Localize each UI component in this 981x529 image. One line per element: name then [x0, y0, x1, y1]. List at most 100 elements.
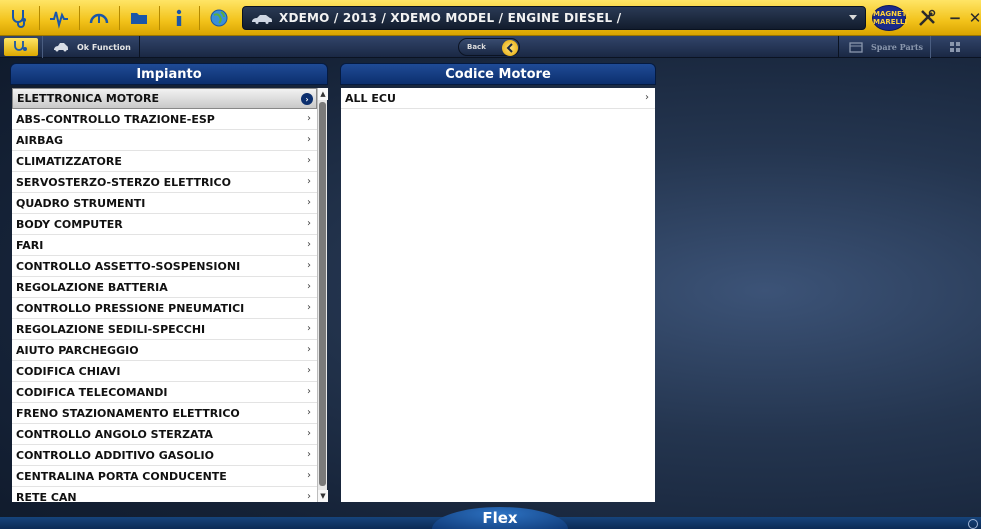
chevron-right-icon: ›: [307, 218, 311, 229]
scroll-down-icon[interactable]: ▼: [318, 490, 328, 502]
scrollbar-thumb[interactable]: [319, 102, 326, 486]
stethoscope-icon[interactable]: [2, 4, 36, 32]
codice-motore-list: ALL ECU ›: [341, 88, 655, 502]
chevron-right-icon: ›: [307, 470, 311, 481]
back-arrow-icon: [502, 40, 518, 56]
folder-icon[interactable]: [122, 4, 156, 32]
list-item-label: CONTROLLO ANGOLO STERZATA: [16, 427, 213, 441]
list-item[interactable]: REGOLAZIONE BATTERIA ›: [12, 277, 317, 298]
flex-tab[interactable]: Flex: [432, 507, 568, 529]
list-item-label: CONTROLLO ADDITIVO GASOLIO: [16, 448, 214, 462]
impianto-header: Impianto: [10, 63, 328, 85]
parts-box-icon: [849, 42, 863, 53]
breadcrumb-text: XDEMO / 2013 / XDEMO MODEL / ENGINE DIES…: [279, 11, 622, 25]
list-item-label: CODIFICA TELECOMANDI: [16, 385, 168, 399]
list-item[interactable]: CONTROLLO PRESSIONE PNEUMATICI ›: [12, 298, 317, 319]
spare-parts-label: Spare Parts: [871, 42, 924, 52]
car-icon: [54, 43, 68, 52]
chevron-right-icon: ›: [307, 113, 311, 124]
chevron-right-icon: ›: [307, 155, 311, 166]
list-item[interactable]: REGOLAZIONE SEDILI-SPECCHI ›: [12, 319, 317, 340]
list-item-label: QUADRO STRUMENTI: [16, 196, 146, 210]
list-item-label: REGOLAZIONE BATTERIA: [16, 280, 168, 294]
list-item[interactable]: FRENO STAZIONAMENTO ELETTRICO ›: [12, 403, 317, 424]
codice-motore-header: Codice Motore: [340, 63, 656, 85]
info-icon[interactable]: [162, 4, 196, 32]
chevron-right-icon: ›: [307, 365, 311, 376]
help-icon[interactable]: [968, 519, 978, 529]
chevron-right-icon: ›: [645, 92, 649, 103]
list-item[interactable]: CONTROLLO ANGOLO STERZATA ›: [12, 424, 317, 445]
list-item-label: CENTRALINA PORTA CONDUCENTE: [16, 469, 227, 483]
list-item-label: AIRBAG: [16, 133, 64, 147]
list-item[interactable]: CONTROLLO ASSETTO-SOSPENSIONI ›: [12, 256, 317, 277]
back-button[interactable]: Back: [458, 38, 520, 56]
list-item-label: RETE CAN: [16, 490, 77, 503]
chevron-right-icon: ›: [307, 176, 311, 187]
list-item[interactable]: CODIFICA CHIAVI ›: [12, 361, 317, 382]
list-item[interactable]: ALL ECU ›: [341, 88, 655, 109]
list-item-label: REGOLAZIONE SEDILI-SPECCHI: [16, 322, 206, 336]
chevron-right-icon: ›: [307, 386, 311, 397]
list-item-label: AIUTO PARCHEGGIO: [16, 343, 139, 357]
chevron-right-icon: ›: [307, 134, 311, 145]
chevron-right-icon: ›: [307, 344, 311, 355]
ok-function-label: Ok Function: [77, 42, 131, 52]
list-item[interactable]: ABS-CONTROLLO TRAZIONE-ESP ›: [12, 109, 317, 130]
car-icon: [251, 9, 273, 28]
tools-icon[interactable]: [912, 4, 942, 32]
scroll-up-icon[interactable]: ▲: [318, 88, 328, 100]
minimize-button[interactable]: −: [946, 8, 964, 28]
ok-function-button[interactable]: Ok Function: [42, 36, 140, 58]
list-item-label: CONTROLLO ASSETTO-SOSPENSIONI: [16, 259, 241, 273]
list-item[interactable]: SERVOSTERZO-STERZO ELETTRICO ›: [12, 172, 317, 193]
waveform-icon[interactable]: [42, 4, 76, 32]
list-item[interactable]: BODY COMPUTER ›: [12, 214, 317, 235]
list-item-label: CODIFICA CHIAVI: [16, 364, 121, 378]
impianto-scrollbar[interactable]: ▲ ▼: [317, 88, 328, 502]
impianto-list: ELETTRONICA MOTORE › ABS-CONTROLLO TRAZION…: [12, 88, 317, 502]
top-toolbar: XDEMO / 2013 / XDEMO MODEL / ENGINE DIES…: [0, 0, 981, 36]
gauge-icon[interactable]: [82, 4, 116, 32]
list-item[interactable]: CODIFICA TELECOMANDI ›: [12, 382, 317, 403]
list-item-label: CONTROLLO PRESSIONE PNEUMATICI: [16, 301, 245, 315]
logo-text-1: MAGNETI: [873, 10, 910, 18]
chevron-right-icon: ›: [307, 260, 311, 271]
chevron-right-icon: ›: [307, 491, 311, 502]
list-item[interactable]: RETE CAN ›: [12, 487, 317, 503]
list-item-label: ABS-CONTROLLO TRAZIONE-ESP: [16, 112, 215, 126]
chevron-right-icon: ›: [307, 197, 311, 208]
list-item-label: FRENO STAZIONAMENTO ELETTRICO: [16, 406, 240, 420]
list-item-label: BODY COMPUTER: [16, 217, 123, 231]
spare-parts-button[interactable]: Spare Parts: [838, 36, 930, 58]
chevron-right-icon: ›: [307, 302, 311, 313]
dropdown-icon[interactable]: [849, 15, 857, 20]
list-item[interactable]: ELETTRONICA MOTORE ›: [12, 88, 317, 109]
list-item-label: CLIMATIZZATORE: [16, 154, 122, 168]
chevron-right-icon: ›: [307, 428, 311, 439]
sub-toolbar: Ok Function Back Spare Parts: [0, 36, 981, 58]
globe-icon[interactable]: [202, 4, 236, 32]
list-item[interactable]: CONTROLLO ADDITIVO GASOLIO ›: [12, 445, 317, 466]
list-item[interactable]: AIRBAG ›: [12, 130, 317, 151]
grid-icon[interactable]: [930, 36, 981, 58]
chevron-right-icon: ›: [307, 239, 311, 250]
close-button[interactable]: ✕: [966, 8, 981, 28]
list-item[interactable]: FARI ›: [12, 235, 317, 256]
chevron-right-icon: ›: [301, 93, 313, 105]
chevron-right-icon: ›: [307, 281, 311, 292]
brand-logo: MAGNETI MARELLI: [872, 5, 910, 31]
vehicle-breadcrumb[interactable]: XDEMO / 2013 / XDEMO MODEL / ENGINE DIES…: [242, 6, 866, 30]
list-item-label: SERVOSTERZO-STERZO ELETTRICO: [16, 175, 231, 189]
stethoscope-icon[interactable]: [4, 38, 38, 56]
list-item-label: ELETTRONICA MOTORE: [17, 92, 159, 105]
logo-text-2: MARELLI: [873, 18, 908, 26]
list-item[interactable]: QUADRO STRUMENTI ›: [12, 193, 317, 214]
list-item-label: ALL ECU: [345, 91, 396, 105]
list-item[interactable]: AIUTO PARCHEGGIO ›: [12, 340, 317, 361]
list-item-label: FARI: [16, 238, 44, 252]
list-item[interactable]: CENTRALINA PORTA CONDUCENTE ›: [12, 466, 317, 487]
chevron-right-icon: ›: [307, 407, 311, 418]
chevron-right-icon: ›: [307, 323, 311, 334]
list-item[interactable]: CLIMATIZZATORE ›: [12, 151, 317, 172]
